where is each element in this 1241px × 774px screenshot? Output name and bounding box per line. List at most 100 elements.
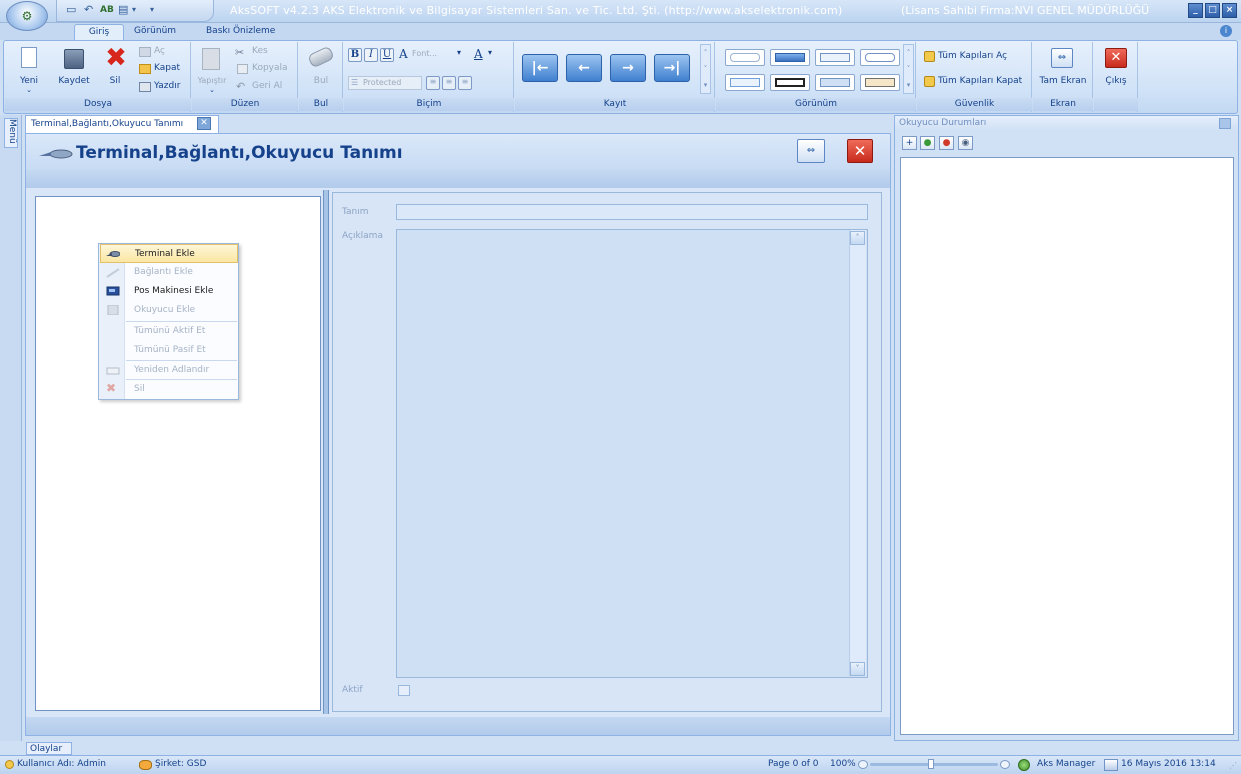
first-record-icon[interactable]: |← [522, 54, 558, 82]
align-center-icon[interactable]: ≡ [442, 76, 456, 90]
style-3-button[interactable] [815, 49, 855, 66]
document-tab[interactable]: Terminal,Bağlantı,Okuyucu Tanımı [25, 115, 219, 133]
copy-icon [237, 64, 248, 74]
style-2-button[interactable] [770, 49, 810, 66]
reader-status-list[interactable] [900, 157, 1234, 735]
close-file-button[interactable]: Kapat [137, 63, 187, 77]
menu-item-pos-makinesi-ekle[interactable]: Pos Makinesi Ekle [100, 282, 238, 301]
maximize-button[interactable]: □ [1205, 3, 1220, 18]
status-manager: Aks Manager [1037, 759, 1096, 769]
delete-label: Sil [109, 76, 121, 86]
find-button[interactable]: Bul [303, 44, 339, 96]
menu-item-tumunu-aktif-et[interactable]: Tümünü Aktif Et [100, 322, 238, 341]
pin-icon[interactable] [1219, 118, 1231, 129]
next-record-icon[interactable]: → [610, 54, 646, 82]
style-6-icon [775, 78, 805, 87]
close-window-button[interactable]: × [1222, 3, 1237, 18]
side-menu-tab[interactable]: Menü [4, 118, 18, 148]
pos-icon [106, 286, 120, 296]
unlock-all-doors-button[interactable]: Tüm Kapıları Aç [922, 50, 1030, 66]
minimize-button[interactable]: _ [1188, 3, 1203, 18]
panel-splitter[interactable] [323, 190, 329, 714]
undo-icon[interactable]: ↶ [84, 2, 93, 18]
open-folder-icon[interactable]: ▭ [66, 2, 76, 18]
aciklama-scrollbar[interactable] [849, 230, 866, 676]
menu-item-okuyucu-ekle[interactable]: Okuyucu Ekle [100, 301, 238, 320]
lock-all-doors-button[interactable]: Tüm Kapıları Kapat [922, 75, 1032, 91]
side-menu-strip [0, 115, 22, 741]
check-icon[interactable]: ● [920, 136, 935, 150]
help-icon[interactable]: i [1220, 25, 1232, 37]
open-button[interactable]: Aç [137, 46, 187, 60]
menu-item-baglanti-ekle[interactable]: Bağlantı Ekle [100, 263, 238, 282]
tab-olaylar[interactable]: Olaylar [26, 742, 72, 755]
chevron-down-icon[interactable]: ▾ [132, 2, 136, 18]
menu-item-terminal-ekle[interactable]: Terminal Ekle [100, 244, 238, 263]
resize-grip-icon[interactable]: ⋰ [1229, 761, 1237, 770]
fullscreen-icon: ⇔ [806, 145, 816, 156]
group-label-dosya: Dosya [5, 98, 191, 111]
align-left-icon[interactable]: ≡ [426, 76, 440, 90]
exit-button[interactable]: ✕ Çıkış [1096, 44, 1136, 96]
menu-item-sil[interactable]: Sil [100, 380, 238, 399]
form-close-button[interactable]: ✕ [847, 139, 873, 163]
menu-item-tumunu-pasif-et[interactable]: Tümünü Pasif Et [100, 341, 238, 360]
tanim-input[interactable] [396, 204, 868, 220]
form-title: Terminal,Bağlantı,Okuyucu Tanımı [76, 143, 403, 163]
font-dropdown[interactable]: A Font... ▾ [397, 47, 469, 63]
style-7-button[interactable] [815, 74, 855, 91]
chart-icon[interactable]: ▤ [118, 2, 128, 18]
license-text: (Lisans Sahibi Firma:NVI GENEL MÜDÜRLÜĞÜ [901, 4, 1150, 17]
align-right-icon[interactable]: ≡ [458, 76, 472, 90]
customize-toolbar-icon[interactable]: ▾ [150, 2, 154, 18]
aciklama-textarea[interactable] [396, 229, 868, 678]
close-tab-icon[interactable]: ✕ [197, 117, 211, 130]
zoom-slider[interactable] [870, 763, 998, 766]
status-user: Kullanıcı Adı: Admin [17, 759, 106, 769]
style-4-button[interactable] [860, 49, 900, 66]
style-5-button[interactable] [725, 74, 765, 91]
protected-button[interactable]: ☰ Protected [348, 76, 422, 90]
zoom-slider-thumb[interactable] [928, 759, 934, 769]
print-button[interactable]: Yazdır [137, 81, 187, 95]
cut-button[interactable]: ✂ Kes [235, 46, 295, 60]
spellcheck-icon[interactable]: AB [100, 2, 114, 18]
zoom-out-icon[interactable] [858, 760, 868, 769]
font-color-button[interactable]: A ▾ [472, 47, 498, 63]
tab-baski-onizleme[interactable]: Baskı Önizleme [196, 24, 285, 40]
menu-item-yeniden-adlandir[interactable]: Yeniden Adlandır [100, 361, 238, 380]
underline-button[interactable]: U [380, 48, 394, 62]
tab-gorunum[interactable]: Görünüm [124, 24, 186, 40]
style-1-button[interactable] [725, 49, 765, 66]
style-8-button[interactable] [860, 74, 900, 91]
gallery-scroll-gorunum[interactable]: ˄ ˅ ▾ [903, 44, 914, 94]
expand-icon[interactable]: + [902, 136, 917, 150]
bold-button[interactable]: B [348, 48, 362, 62]
new-button[interactable]: Yeni ⌄ [10, 44, 48, 96]
terminal-icon [106, 251, 120, 257]
stop-icon[interactable]: ● [939, 136, 954, 150]
rename-icon [106, 367, 120, 375]
fullscreen-button[interactable]: ⇔ Tam Ekran [1035, 44, 1091, 96]
save-button[interactable]: Kaydet [52, 44, 96, 96]
form-fullscreen-button[interactable]: ⇔ [797, 139, 825, 163]
gallery-scroll-kayit[interactable]: ˄ ˅ ▾ [700, 44, 711, 94]
paste-button[interactable]: Yapıştır ⌄ [195, 44, 229, 96]
delete-button[interactable]: ✖ Sil [98, 44, 132, 96]
style-6-button[interactable] [770, 74, 810, 91]
previous-record-icon[interactable]: ← [566, 54, 602, 82]
last-record-icon[interactable]: →| [654, 54, 690, 82]
group-label-bul: Bul [299, 98, 343, 111]
folder-icon [139, 47, 151, 57]
style-7-icon [820, 78, 850, 87]
aktif-checkbox[interactable] [398, 685, 410, 696]
italic-button[interactable]: I [364, 48, 378, 62]
copy-button[interactable]: Kopyala [235, 63, 295, 77]
zoom-in-icon[interactable] [1000, 760, 1010, 769]
scroll-down-icon[interactable]: ˅ [850, 662, 865, 676]
undo-button[interactable]: ↶ Geri Al [235, 80, 295, 95]
scroll-up-icon[interactable]: ˄ [850, 231, 865, 245]
reader-icon[interactable]: ◉ [958, 136, 973, 150]
tab-giris[interactable]: Giriş [74, 24, 124, 40]
open-label: Aç [154, 46, 165, 56]
